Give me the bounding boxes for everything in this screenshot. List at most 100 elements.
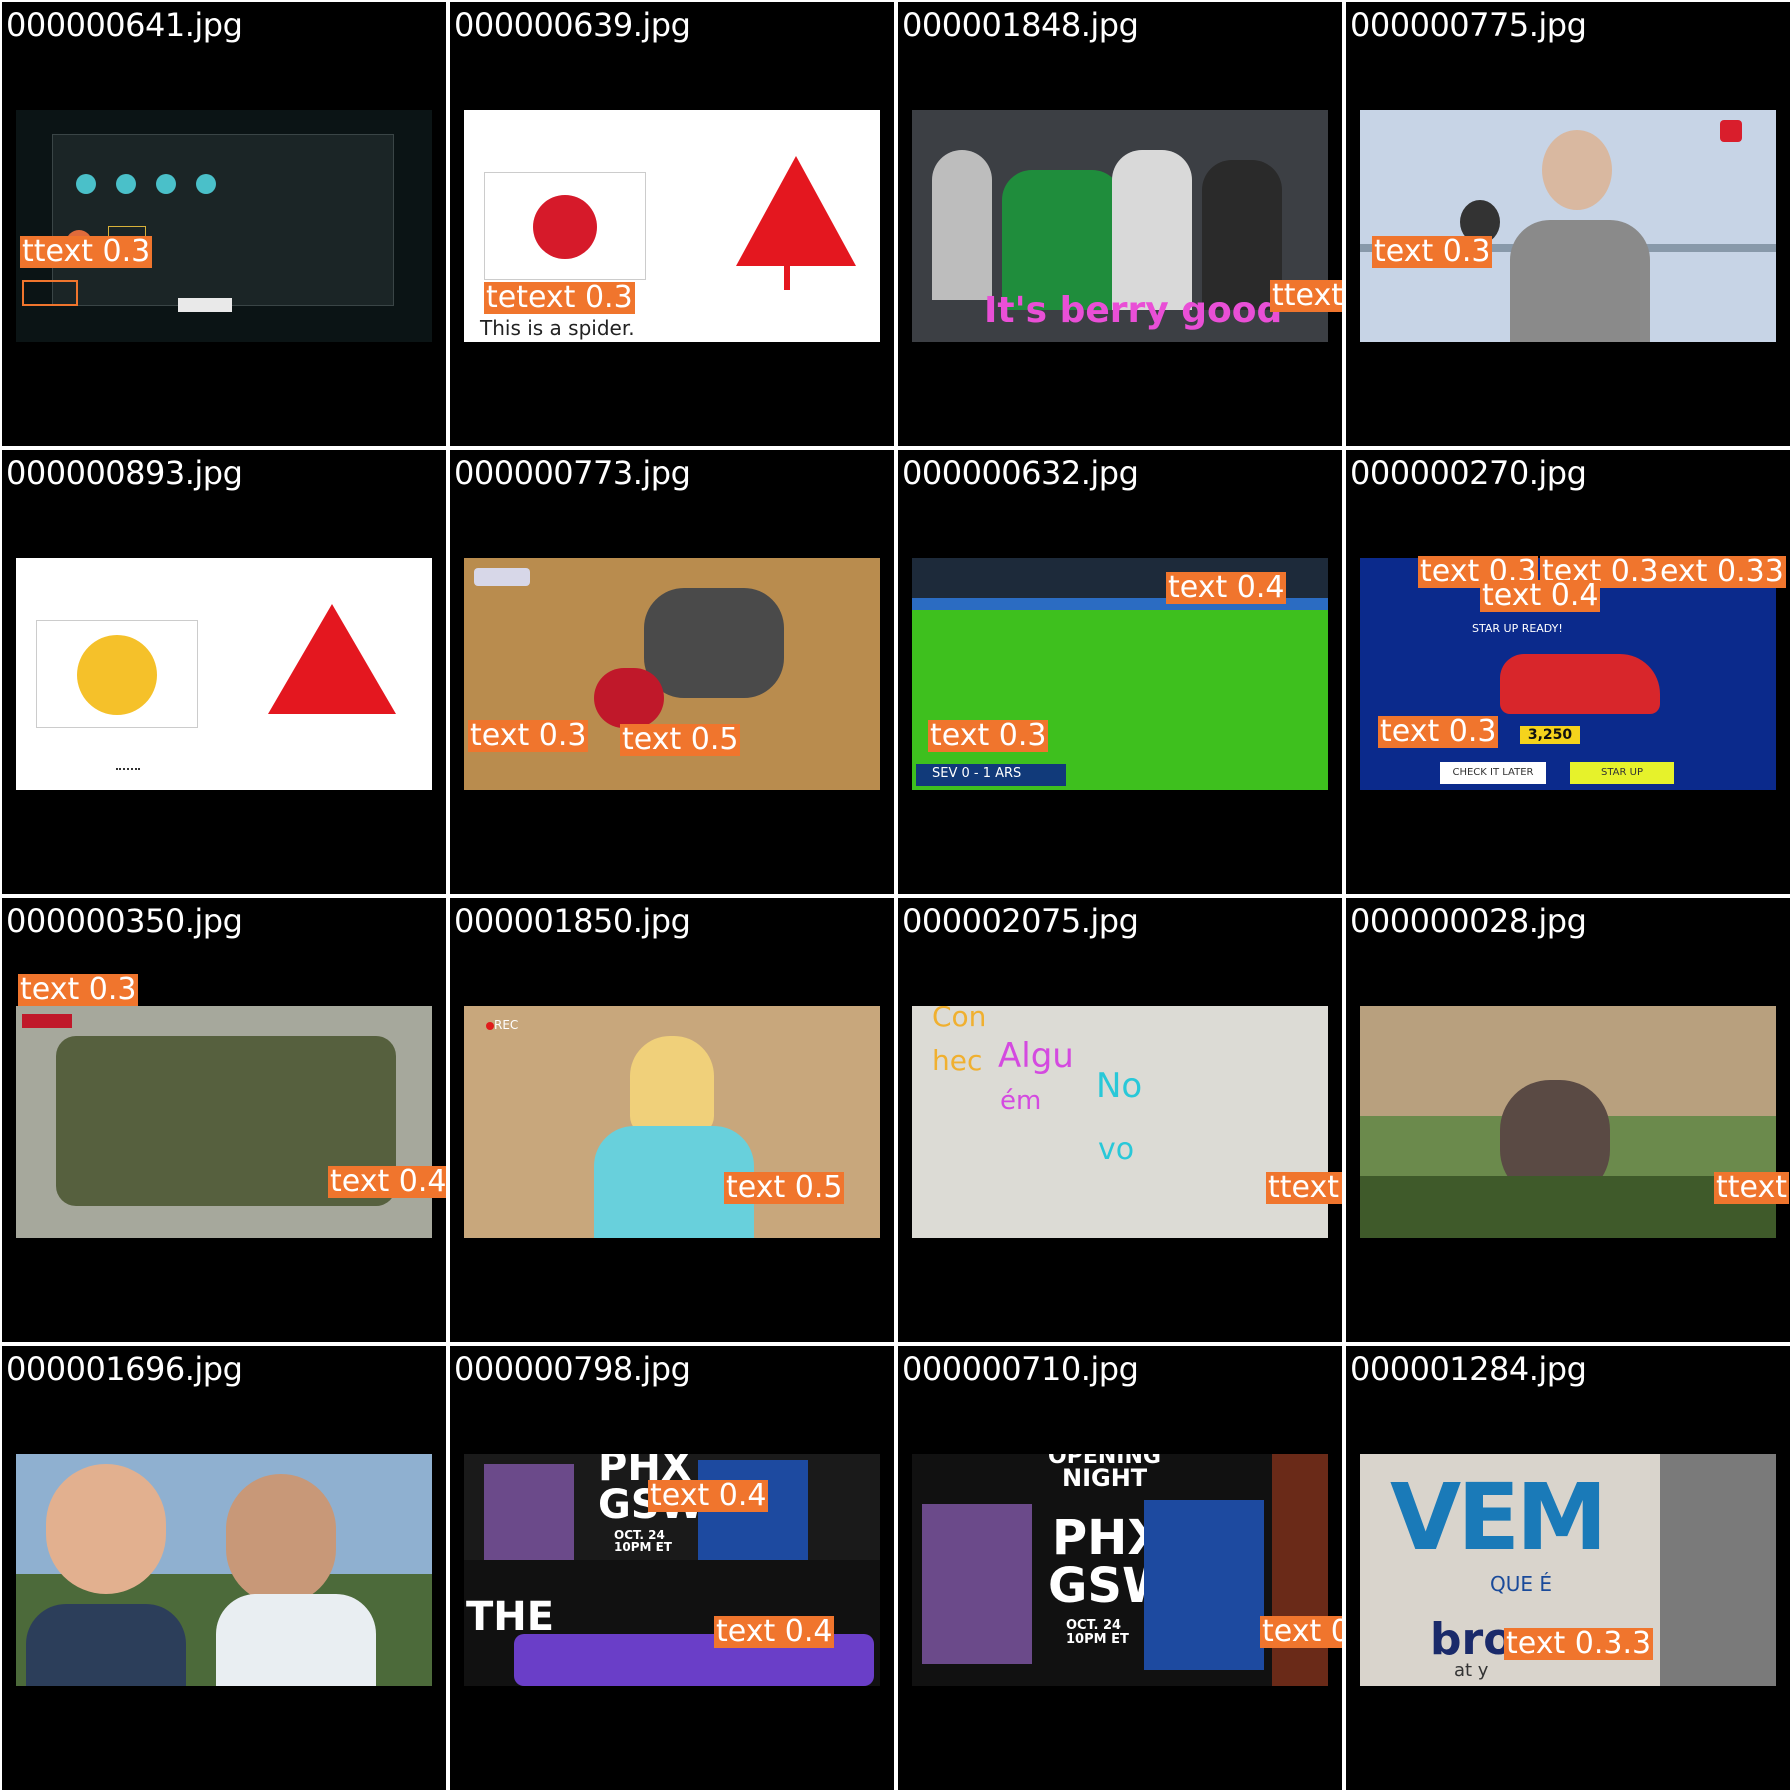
grid-cell[interactable]: 000000028.jpg ttext — [1346, 898, 1790, 1342]
rec-dot-icon — [486, 1022, 494, 1030]
detection-label: text 0.4 — [648, 1478, 769, 1513]
thumbnail: It's berry good — [912, 110, 1328, 342]
figure — [644, 588, 784, 698]
file-name: 000002075.jpg — [902, 902, 1139, 940]
grid-cell[interactable]: 000001696.jpg — [2, 1346, 446, 1790]
file-name: 000001284.jpg — [1350, 1350, 1587, 1388]
detection-label: text 0.5 — [620, 722, 741, 757]
side-strip — [1272, 1454, 1328, 1686]
file-name: 000001850.jpg — [454, 902, 691, 940]
thumbnail — [16, 1006, 432, 1238]
file-name: 000000773.jpg — [454, 454, 691, 492]
news-logo-icon — [22, 1014, 72, 1028]
handwriting: hec — [932, 1044, 983, 1077]
grid-cell[interactable]: 000000710.jpg OPENING NIGHT PHX GSW OCT.… — [898, 1346, 1342, 1790]
detection-label: ext 0.33 — [1658, 554, 1786, 589]
thumbnail — [16, 1454, 432, 1686]
file-name: 000000350.jpg — [6, 902, 243, 940]
mood-icon — [156, 174, 176, 194]
dialog-panel — [52, 134, 394, 306]
check-later-button[interactable]: CHECK IT LATER — [1440, 762, 1546, 784]
person — [1002, 170, 1122, 310]
subtitle-text: This is a spider. — [480, 316, 635, 340]
price-badge: 3,250 — [1520, 726, 1580, 744]
car-image — [1500, 654, 1660, 714]
detection-label: text 0.3 — [928, 718, 1049, 753]
detection-label: text 0.3 — [18, 972, 139, 1007]
file-name: 000000270.jpg — [1350, 454, 1587, 492]
detection-label: text 0.4 — [714, 1614, 835, 1649]
maple-leaf-icon — [268, 604, 396, 714]
detection-label: text 0.3.3 — [1504, 1626, 1654, 1661]
file-name: 000001696.jpg — [6, 1350, 243, 1388]
grid-cell[interactable]: 000002075.jpg Con hec Algu ém No vo ttex… — [898, 898, 1342, 1342]
detection-label: text 0.4 — [328, 1166, 446, 1198]
red-circle-icon — [533, 195, 597, 259]
sign-text: bro — [1430, 1614, 1514, 1665]
sign-text: QUE É — [1490, 1572, 1553, 1596]
mood-icon — [116, 174, 136, 194]
channel-logo-icon — [474, 568, 530, 586]
detection-label: ttext 0 — [1270, 280, 1342, 312]
person-body — [26, 1604, 186, 1686]
mood-icon — [76, 174, 96, 194]
detection-label: text 0.3 — [468, 718, 589, 753]
grid-cell[interactable]: 000000270.jpg STAR UP READY! 3,250 CHECK… — [1346, 450, 1790, 894]
player-image — [1144, 1500, 1264, 1670]
grid-cell[interactable]: 000000350.jpg text 0.3 text 0.4 — [2, 898, 446, 1342]
file-name: 000001848.jpg — [902, 6, 1139, 44]
results-grid: 000000641.jpg ttext 0.3 000000639.jpg Th… — [0, 0, 1792, 1792]
handwriting: Algu — [998, 1036, 1074, 1076]
file-name: 000000028.jpg — [1350, 902, 1587, 940]
detection-label: ttext 0.3 — [20, 234, 153, 269]
file-name: 000000641.jpg — [6, 6, 243, 44]
detection-label: ttext 0.3 — [1266, 1172, 1342, 1204]
star-ready-text: STAR UP READY! — [1472, 622, 1563, 635]
grid-cell[interactable]: 000001850.jpg REC text 0.5 — [450, 898, 894, 1342]
detection-label: tetext 0.3 — [484, 280, 635, 315]
poster-text: 10PM ET — [614, 1540, 672, 1554]
person-head — [226, 1474, 336, 1604]
file-name: 000000893.jpg — [6, 454, 243, 492]
grid-cell[interactable]: 000000639.jpg This is a spider. tetext 0… — [450, 2, 894, 446]
grid-cell[interactable]: 000000641.jpg ttext 0.3 — [2, 2, 446, 446]
handwriting: ém — [1000, 1086, 1042, 1116]
handwriting: vo — [1098, 1132, 1135, 1167]
handwriting: Con — [932, 1006, 987, 1033]
shelves — [1660, 1454, 1776, 1686]
subtitle-text: It's berry good — [984, 290, 1283, 331]
grid-cell[interactable]: 000001284.jpg VEM QUE É bro at y text 0.… — [1346, 1346, 1790, 1790]
detection-label: text 0.5 — [724, 1170, 845, 1205]
score-text: SEV 0 - 1 ARS — [932, 766, 1022, 781]
grid-cell[interactable]: 000000798.jpg PHX GSW OCT. 24 10PM ET TH… — [450, 1346, 894, 1790]
grid-cell[interactable]: 000000893.jpg — [2, 450, 446, 894]
person-head — [46, 1464, 166, 1594]
change-status-button — [178, 298, 232, 312]
grid-cell[interactable]: 000000632.jpg SEV 0 - 1 ARS text 0.4 tex… — [898, 450, 1342, 894]
maple-stem — [784, 260, 790, 290]
grid-cell[interactable]: 000001848.jpg It's berry good ttext 0 — [898, 2, 1342, 446]
poster-text: 10PM ET — [1066, 1632, 1129, 1647]
ellipsis-icon — [116, 768, 140, 776]
poster-text: NIGHT — [1062, 1464, 1148, 1492]
file-name: 000000639.jpg — [454, 6, 691, 44]
poster-text: OCT. 24 — [1066, 1618, 1122, 1633]
file-name: 000000710.jpg — [902, 1350, 1139, 1388]
detection-label: text 0.4 — [1480, 578, 1601, 613]
grid-cell[interactable]: 000000773.jpg text 0.3 text 0.5 — [450, 450, 894, 894]
grid-cell[interactable]: 000000775.jpg text 0.3 — [1346, 2, 1790, 446]
emoji-frame — [36, 620, 198, 728]
star-up-button[interactable]: STAR UP — [1570, 762, 1674, 784]
person-head — [1542, 130, 1612, 210]
detection-label: ttext — [1714, 1170, 1789, 1205]
anxious-face-icon — [77, 635, 157, 715]
child-head — [630, 1036, 714, 1136]
sign-text: VEM — [1390, 1464, 1608, 1571]
detection-label: text 0.3 — [1372, 234, 1493, 269]
player-image — [484, 1464, 574, 1560]
rec-indicator: REC — [494, 1018, 519, 1032]
thumbnail — [16, 110, 432, 342]
person-body — [1510, 220, 1650, 342]
thumbnail — [16, 558, 432, 790]
mood-icon — [196, 174, 216, 194]
